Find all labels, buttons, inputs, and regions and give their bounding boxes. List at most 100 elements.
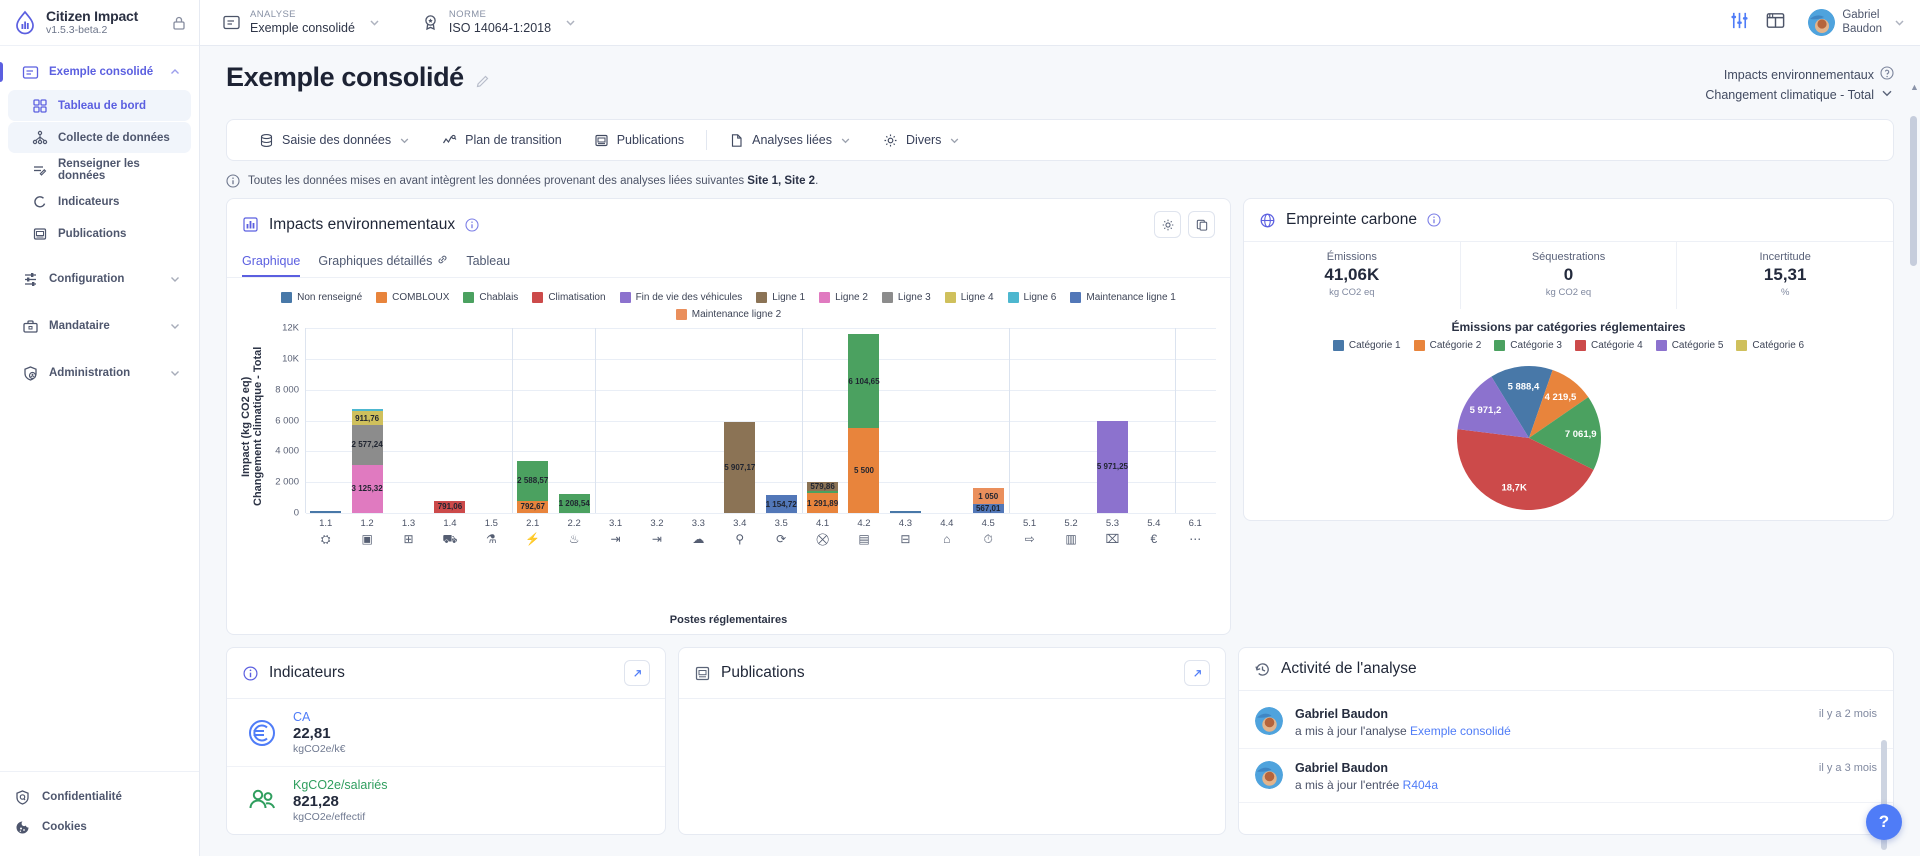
chart-bar-column[interactable] — [636, 328, 677, 513]
help-button[interactable]: ? — [1866, 804, 1902, 840]
indicator-name[interactable]: KgCO2e/salariés — [293, 778, 388, 792]
sidebar-item-indicateurs[interactable]: Indicateurs — [8, 186, 191, 217]
toolbar-divers[interactable]: Divers — [867, 120, 976, 160]
info-icon[interactable] — [465, 217, 479, 232]
pencil-icon[interactable] — [475, 74, 490, 89]
chart-bar-segment[interactable]: 911,76 — [351, 411, 383, 426]
chart-bar-segment[interactable]: 1 050 — [972, 488, 1004, 505]
chart-bar-column[interactable]: 911,76 2 577,24 3 125,32 — [346, 328, 387, 513]
x-axis-category[interactable]: 2.1 ⚡ — [512, 513, 553, 548]
chart-bar[interactable]: 2 588,57 792,67 — [517, 460, 549, 513]
chart-bar-segment[interactable]: 5 500 — [848, 428, 880, 513]
legend-item[interactable]: Ligne 1 — [756, 292, 805, 303]
toolbar-analyses-liees[interactable]: Analyses liées — [713, 120, 867, 160]
impacts-dropdown[interactable]: Changement climatique - Total — [1705, 86, 1894, 103]
x-axis-category[interactable]: 1.5 ⚗ — [471, 513, 512, 548]
sidebar-item-tableau-de-bord[interactable]: Tableau de bord — [8, 90, 191, 121]
chart-bar-segment[interactable]: 5 907,17 — [724, 421, 755, 513]
page-scrollbar[interactable]: ▲ — [1910, 82, 1919, 856]
pie-legend-item[interactable]: Catégorie 3 — [1494, 340, 1562, 351]
tab-graphiques-detailles[interactable]: Graphiques détaillés — [318, 250, 448, 277]
settings-button[interactable] — [1154, 211, 1181, 238]
x-axis-category[interactable]: 6.1 ⋯ — [1175, 513, 1216, 548]
pie-legend-item[interactable]: Catégorie 5 — [1655, 340, 1723, 351]
indicator-name[interactable]: CA — [293, 710, 346, 724]
sidebar-item-configuration[interactable]: Configuration — [8, 263, 191, 295]
chevron-down-icon[interactable] — [368, 16, 381, 29]
chart-bar-segment[interactable]: 1 208,54 — [559, 494, 590, 513]
chart-bar-column[interactable] — [305, 328, 346, 513]
legend-item[interactable]: Maintenance ligne 1 — [1070, 292, 1176, 303]
chart-bar-column[interactable]: 579,86 1 291,89 — [802, 328, 843, 513]
sidebar-item-exemple-consolide[interactable]: Exemple consolidé — [0, 56, 191, 88]
settings-sliders-button[interactable] — [1724, 8, 1754, 38]
chevron-down-icon[interactable] — [1893, 16, 1906, 29]
sidebar-item-collecte-de-donnees[interactable]: Collecte de données — [8, 122, 191, 153]
chart-bar[interactable]: 1 154,72 — [766, 495, 797, 513]
chart-bar-segment[interactable]: 2 577,24 — [352, 425, 383, 465]
pie-legend-item[interactable]: Catégorie 4 — [1575, 340, 1643, 351]
indicator-row-kgco2e-salaries[interactable]: KgCO2e/salariés 821,28 kgCO2e/effectif — [227, 767, 665, 834]
copy-button[interactable] — [1188, 211, 1215, 238]
chart-bar-column[interactable] — [1050, 328, 1091, 513]
chart-bar-column[interactable]: 791,06 — [429, 328, 470, 513]
x-axis-category[interactable]: 4.1 ⛒ — [802, 513, 843, 548]
sidebar-item-mandataire[interactable]: Mandataire — [8, 310, 191, 342]
sidebar-item-publications[interactable]: Publications — [8, 218, 191, 249]
x-axis-category[interactable]: 3.1 ⇥ — [595, 513, 636, 548]
x-axis-category[interactable]: 5.4 € — [1133, 513, 1174, 548]
chart-bar-column[interactable]: 1 050 567,01 — [968, 328, 1009, 513]
tab-graphique[interactable]: Graphique — [242, 250, 300, 277]
chart-bar-segment[interactable]: 3 125,32 — [352, 464, 383, 513]
info-icon[interactable] — [1427, 213, 1441, 227]
x-axis-category[interactable]: 5.1 ⇨ — [1009, 513, 1050, 548]
x-axis-category[interactable]: 1.1 ⛭ — [305, 513, 346, 548]
chart-bar-column[interactable] — [471, 328, 512, 513]
layout-button[interactable] — [1760, 8, 1790, 38]
chart-bar-column[interactable] — [1133, 328, 1174, 513]
expand-button[interactable] — [624, 660, 650, 686]
chart-bar-segment[interactable]: 1 154,72 — [766, 495, 797, 513]
legend-item[interactable]: Ligne 2 — [819, 292, 868, 303]
x-axis-category[interactable]: 5.3 ⌧ — [1092, 513, 1133, 548]
legend-item[interactable]: Chablais — [463, 292, 518, 303]
pie-legend-item[interactable]: Catégorie 2 — [1413, 340, 1481, 351]
toolbar-publications[interactable]: Publications — [578, 120, 700, 160]
chevron-down-icon[interactable] — [564, 16, 577, 29]
chart-bar-segment[interactable]: 567,01 — [972, 504, 1004, 513]
lock-icon[interactable] — [171, 15, 187, 31]
question-circle-icon[interactable] — [1880, 66, 1894, 83]
x-axis-category[interactable]: 4.2 ▤ — [843, 513, 884, 548]
x-axis-category[interactable]: 4.5 ⏱ — [968, 513, 1009, 548]
legend-item[interactable]: Maintenance ligne 2 — [675, 309, 781, 320]
sidebar-item-renseigner-les-donnees[interactable]: Renseigner les données — [8, 154, 191, 185]
chart-bar-column[interactable] — [926, 328, 967, 513]
pie-legend-item[interactable]: Catégorie 6 — [1736, 340, 1804, 351]
sidebar-item-confidentialite[interactable]: Confidentialité — [0, 782, 199, 812]
x-axis-category[interactable]: 3.4 ⚲ — [719, 513, 760, 548]
x-axis-category[interactable]: 2.2 ♨ — [553, 513, 594, 548]
chart-bar-column[interactable]: 2 588,57 792,67 — [512, 328, 553, 513]
chart-bar-column[interactable]: 5 971,25 — [1092, 328, 1133, 513]
chart-bar-segment[interactable]: 5 971,25 — [1097, 420, 1128, 513]
chart-bar-column[interactable] — [388, 328, 429, 513]
indicator-row-ca[interactable]: CA 22,81 kgCO2e/k€ — [227, 699, 665, 767]
pie-legend-item[interactable]: Catégorie 1 — [1332, 340, 1401, 351]
activity-link[interactable]: Exemple consolidé — [1410, 724, 1511, 738]
legend-item[interactable]: Ligne 3 — [881, 292, 931, 303]
chart-bar-segment[interactable]: 2 588,57 — [517, 460, 548, 501]
x-axis-category[interactable]: 3.5 ⟳ — [760, 513, 801, 548]
x-axis-category[interactable]: 1.2 ▣ — [346, 513, 387, 548]
chart-bar-segment[interactable]: 579,86 — [807, 482, 839, 491]
x-axis-category[interactable]: 1.4 ⛟ — [429, 513, 470, 548]
norme-selector[interactable]: NORME ISO 14064-1:2018 — [413, 7, 585, 38]
chart-bar[interactable]: 6 104,65 5 500 — [848, 334, 880, 513]
chart-bar-column[interactable] — [678, 328, 719, 513]
analyse-selector[interactable]: ANALYSE Exemple consolidé — [214, 7, 389, 38]
chart-bar-segment[interactable]: 792,67 — [517, 500, 549, 513]
chart-bar[interactable]: 911,76 2 577,24 3 125,32 — [352, 409, 383, 513]
x-axis-category[interactable]: 4.4 ⌂ — [926, 513, 967, 548]
legend-item[interactable]: Ligne 4 — [944, 292, 994, 303]
chart-bar[interactable]: 5 907,17 — [724, 421, 755, 513]
user-menu[interactable]: Gabriel Baudon — [1802, 9, 1906, 36]
